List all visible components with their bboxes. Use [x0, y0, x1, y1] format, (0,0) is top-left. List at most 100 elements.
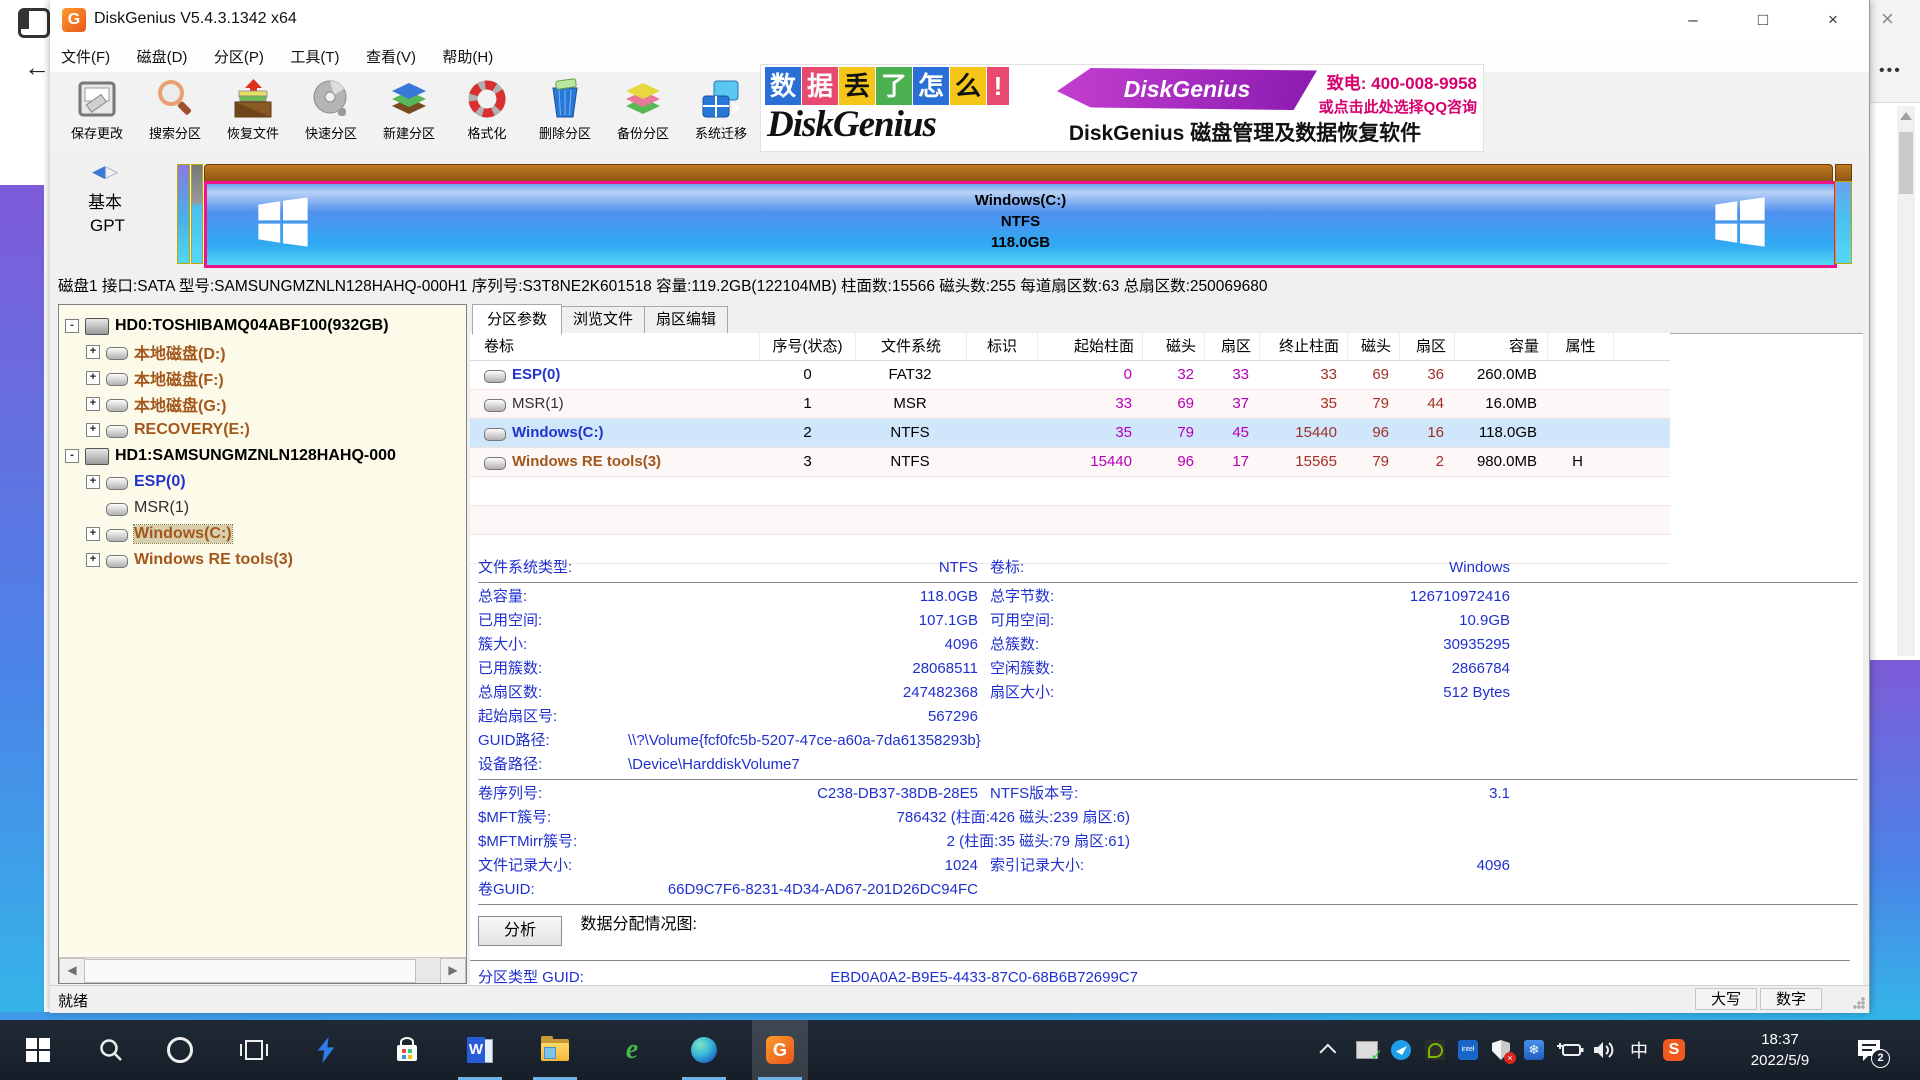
- partition-slice-esp[interactable]: [177, 164, 190, 264]
- ie-browser-button[interactable]: e: [609, 1020, 655, 1080]
- banner-qq-link[interactable]: 或点击此处选择QQ咨询: [1319, 96, 1477, 117]
- partition-slice-windows-c[interactable]: Windows(C:) NTFS 118.0GB: [204, 181, 1837, 268]
- system-migrate-button[interactable]: 系统迁移: [682, 74, 760, 150]
- promo-banner[interactable]: 数据丢了怎么! DiskGenius DiskGenius 致电: 400-00…: [760, 64, 1484, 152]
- tree-item-hd1[interactable]: -HD1:SAMSUNGMZNLN128HAHQ-000: [59, 443, 466, 469]
- format-button[interactable]: 格式化: [448, 74, 526, 150]
- tray-nvidia[interactable]: [1423, 1038, 1447, 1062]
- diskgenius-taskbar-button[interactable]: G: [752, 1020, 808, 1080]
- taskbar-clock[interactable]: 18:37 2022/5/9: [1730, 1029, 1830, 1071]
- status-bar: 就绪 大写 数字: [50, 985, 1869, 1013]
- partition-icon: [106, 425, 128, 438]
- tree-item-windows-re[interactable]: +Windows RE tools(3): [59, 547, 466, 573]
- close-button[interactable]: ×: [1813, 6, 1853, 34]
- scroll-up-icon[interactable]: [1900, 112, 1912, 120]
- menu-tools[interactable]: 工具(T): [279, 40, 350, 73]
- next-disk-icon[interactable]: ▷: [105, 162, 118, 181]
- tray-defender[interactable]: ×: [1489, 1038, 1513, 1062]
- tray-volume[interactable]: [1592, 1038, 1616, 1062]
- partition-icon: [106, 503, 128, 516]
- scroll-left-icon[interactable]: ◀: [59, 958, 85, 984]
- menu-help[interactable]: 帮助(H): [431, 40, 504, 73]
- microsoft-store-button[interactable]: [384, 1020, 430, 1080]
- tree-item-hd0[interactable]: -HD0:TOSHIBAMQ04ABF100(932GB): [59, 313, 466, 339]
- menu-file[interactable]: 文件(F): [50, 40, 121, 73]
- tray-power[interactable]: [1556, 1038, 1584, 1062]
- tree-horizontal-scrollbar[interactable]: ◀ ▶: [59, 957, 466, 983]
- tab-sector-edit[interactable]: 扇区编辑: [644, 306, 728, 334]
- prev-disk-icon[interactable]: ◀: [92, 162, 105, 181]
- edge-browser-button[interactable]: [681, 1020, 727, 1080]
- scroll-right-icon[interactable]: ▶: [440, 958, 466, 984]
- start-button[interactable]: [15, 1020, 61, 1080]
- tray-snowflake-app[interactable]: ❄: [1522, 1038, 1546, 1062]
- table-row-windows-c-selected[interactable]: Windows(C:) 2 NTFS 35 79 45 15440 96 16 …: [470, 419, 1670, 448]
- tree-item-local-f[interactable]: +本地磁盘(F:): [59, 365, 466, 391]
- windows-taskbar: W e G ✓: [0, 1020, 1920, 1080]
- tree-item-recovery-e[interactable]: +RECOVERY(E:): [59, 417, 466, 443]
- tree-item-esp[interactable]: +ESP(0): [59, 469, 466, 495]
- recover-files-button[interactable]: 恢复文件: [214, 74, 292, 150]
- banner-tile: 据: [802, 67, 838, 105]
- tab-browse-files[interactable]: 浏览文件: [561, 306, 645, 334]
- save-changes-button[interactable]: 保存更改: [58, 74, 136, 150]
- expander-icon[interactable]: +: [86, 345, 100, 359]
- expander-icon[interactable]: -: [65, 319, 79, 333]
- banner-tile: 数: [765, 67, 801, 105]
- tray-sogou[interactable]: S: [1662, 1038, 1686, 1062]
- background-scrollbar[interactable]: [1897, 106, 1915, 656]
- sogou-icon: S: [1663, 1039, 1685, 1061]
- menu-disk[interactable]: 磁盘(D): [126, 40, 199, 73]
- delete-partition-button[interactable]: 删除分区: [526, 74, 604, 150]
- partition-slice-msr[interactable]: [191, 164, 203, 264]
- trash-icon: [542, 76, 588, 122]
- magnifier-icon: [152, 76, 198, 122]
- tree-item-local-d[interactable]: +本地磁盘(D:): [59, 339, 466, 365]
- minimize-button[interactable]: –: [1673, 6, 1713, 34]
- tray-expand-chevron[interactable]: [1318, 1038, 1342, 1062]
- tray-messenger[interactable]: [1389, 1038, 1413, 1062]
- notification-center-button[interactable]: 2: [1856, 1038, 1882, 1062]
- app-flash-button[interactable]: [303, 1020, 349, 1080]
- expander-icon[interactable]: +: [86, 397, 100, 411]
- resize-grip[interactable]: [1853, 997, 1865, 1009]
- expander-icon[interactable]: +: [86, 475, 100, 489]
- expander-icon[interactable]: +: [86, 423, 100, 437]
- tray-ime[interactable]: 中: [1627, 1038, 1651, 1062]
- expander-icon[interactable]: +: [86, 527, 100, 541]
- taskbar-search-button[interactable]: [88, 1020, 134, 1080]
- browser-tab-icon: [18, 8, 50, 38]
- backup-partition-button[interactable]: 备份分区: [604, 74, 682, 150]
- quick-partition-button[interactable]: 快速分区: [292, 74, 370, 150]
- tray-intel[interactable]: intel: [1456, 1038, 1480, 1062]
- search-partition-button[interactable]: 搜索分区: [136, 74, 214, 150]
- analyze-button[interactable]: 分析: [478, 916, 562, 946]
- tree-item-local-g[interactable]: +本地磁盘(G:): [59, 391, 466, 417]
- new-partition-button[interactable]: 新建分区: [370, 74, 448, 150]
- expander-icon[interactable]: +: [86, 371, 100, 385]
- table-row-esp[interactable]: ESP(0) 0 FAT32 0 32 33 33 69 36 260.0MB: [470, 361, 1670, 390]
- partition-slice-re-tools[interactable]: [1835, 181, 1852, 264]
- desktop-wallpaper-right: [1869, 660, 1920, 1012]
- expander-icon[interactable]: -: [65, 449, 79, 463]
- donut-icon: [464, 76, 510, 122]
- num-indicator: 数字: [1760, 988, 1822, 1010]
- scrollbar-thumb[interactable]: [84, 959, 416, 983]
- menu-partition[interactable]: 分区(P): [203, 40, 275, 73]
- expander-icon[interactable]: +: [86, 553, 100, 567]
- cortana-button[interactable]: [157, 1020, 203, 1080]
- tray-printer[interactable]: ✓: [1355, 1038, 1379, 1062]
- scrollbar-thumb[interactable]: [1899, 132, 1913, 194]
- word-button[interactable]: W: [457, 1020, 503, 1080]
- tree-item-msr[interactable]: MSR(1): [59, 495, 466, 521]
- banner-phone-number: 致电: 400-008-9958: [1319, 69, 1477, 94]
- task-view-button[interactable]: [231, 1020, 277, 1080]
- table-row-msr[interactable]: MSR(1) 1 MSR 33 69 37 35 79 44 16.0MB: [470, 390, 1670, 419]
- menu-view[interactable]: 查看(V): [355, 40, 427, 73]
- tree-item-windows-c[interactable]: +Windows(C:): [59, 521, 466, 547]
- table-row-windows-re[interactable]: Windows RE tools(3) 3 NTFS 15440 96 17 1…: [470, 448, 1670, 477]
- disk-nav-arrows[interactable]: ◀▷: [92, 162, 118, 182]
- maximize-button[interactable]: □: [1743, 6, 1783, 34]
- tab-partition-params[interactable]: 分区参数: [472, 304, 562, 335]
- file-explorer-button[interactable]: [532, 1020, 578, 1080]
